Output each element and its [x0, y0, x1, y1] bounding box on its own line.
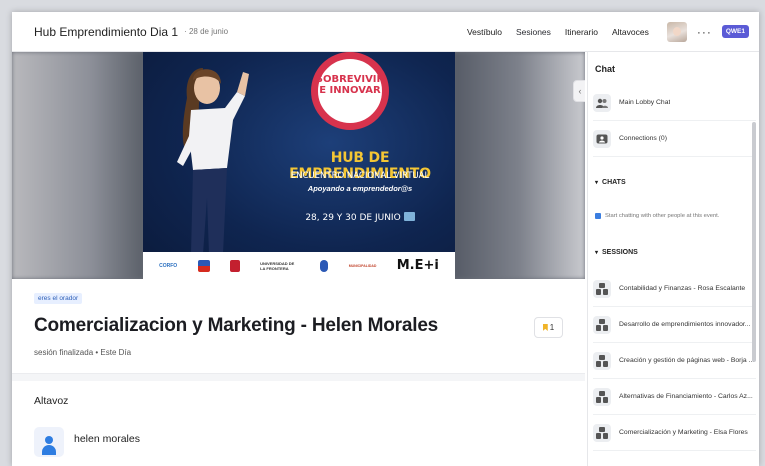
speaker-avatar[interactable] [34, 427, 64, 457]
sidebar-item-label: Connections (0) [619, 135, 667, 142]
top-bar: Hub Emprendimiento Dia 1 · 28 de junio V… [12, 12, 759, 52]
banner-dates: 28, 29 Y 30 DE JUNIO [265, 212, 455, 223]
sidebar-heading: Chat [595, 64, 615, 74]
session-item-label: Comercialización y Marketing - Elsa Flor… [619, 429, 748, 436]
speaker-role-tag: eres el orador [34, 293, 83, 304]
sidebar-item-main-lobby[interactable]: Main Lobby Chat [593, 85, 756, 121]
session-item-label: Contabilidad y Finanzas - Rosa Escalante [619, 285, 746, 292]
collapse-sidebar-icon[interactable]: ‹ [573, 80, 585, 102]
session-item[interactable]: Comercialización y Marketing - Elsa Flor… [593, 415, 756, 451]
nav-vestibulo[interactable]: Vestíbulo [467, 27, 502, 37]
session-item-label: Desarrollo de emprendimientos innovador.… [619, 321, 751, 328]
session-group-icon [593, 423, 611, 442]
session-group-icon [593, 315, 611, 334]
banner-circle-text: SOBREVIVIR E INNOVAR [315, 74, 385, 96]
main-content: SOBREVIVIR E INNOVAR HUB DE EMPRENDIMIEN… [12, 52, 585, 466]
calendar-icon [403, 212, 415, 221]
banner-blur-left [12, 52, 144, 279]
chats-section-label: CHATS [602, 179, 626, 186]
session-banner-area: SOBREVIVIR E INNOVAR HUB DE EMPRENDIMIEN… [12, 52, 585, 279]
banner-subheadline: ENCUENTRO NACIONAL VIRTUAL [290, 171, 430, 181]
speaker-name[interactable]: helen morales [74, 433, 140, 445]
sessions-section-label: SESSIONS [602, 249, 638, 256]
session-title: Comercializacion y Marketing - Helen Mor… [34, 315, 439, 336]
nav-itinerario[interactable]: Itinerario [565, 27, 598, 37]
sponsor-logos: CORFO UNIVERSIDAD DE LA FRONTERA MUNICIP… [143, 252, 455, 279]
caret-down-icon: ▾ [595, 250, 599, 256]
sessions-section-toggle[interactable]: ▾ SESSIONS [595, 249, 638, 256]
brand-badge[interactable]: QWE1 [721, 25, 749, 38]
banner-tagline: Apoyando a emprendedor@s [307, 184, 413, 193]
nav-sesiones[interactable]: Sesiones [516, 27, 551, 37]
session-item-label: Alternativas de Financiamiento - Carlos … [619, 393, 753, 400]
section-divider [12, 373, 585, 381]
logo-corfo: CORFO [159, 262, 178, 269]
logo-municipalidad: MUNICIPALIDAD [348, 263, 377, 268]
banner-dates-text: 28, 29 Y 30 DE JUNIO [305, 213, 401, 223]
session-banner-image: SOBREVIVIR E INNOVAR HUB DE EMPRENDIMIEN… [143, 52, 455, 279]
logo-flag [197, 259, 210, 272]
logo-municipal [320, 259, 329, 272]
chats-empty-text: Start chatting with other people at this… [605, 213, 720, 219]
session-item[interactable]: Contabilidad y Finanzas - Rosa Escalante [593, 271, 756, 307]
sidebar-item-connections[interactable]: Connections (0) [593, 121, 756, 157]
person-icon-head [45, 436, 53, 444]
app-window: Hub Emprendimiento Dia 1 · 28 de junio V… [12, 12, 759, 466]
session-group-icon [593, 351, 611, 370]
caret-down-icon: ▾ [595, 180, 599, 186]
event-title: Hub Emprendimiento Dia 1 [34, 24, 179, 39]
session-item-label: Creación y gestión de páginas web - Borj… [619, 357, 755, 364]
nav-altavoces[interactable]: Altavoces [612, 27, 649, 37]
person-icon-body [42, 445, 56, 455]
main-nav: Vestíbulo Sesiones Itinerario Altavoces … [453, 21, 749, 42]
user-avatar[interactable] [666, 21, 687, 42]
bookmark-button[interactable]: 1 [534, 317, 563, 338]
bookmark-icon [542, 324, 548, 331]
session-group-icon [593, 279, 611, 298]
bookmark-count: 1 [549, 323, 555, 332]
session-status: sesión finalizada • Este Día [34, 348, 132, 357]
event-date: · 28 de junio [184, 27, 229, 36]
session-item[interactable]: Alternativas de Financiamiento - Carlos … [593, 379, 756, 415]
session-item[interactable]: Desarrollo de emprendimientos innovador.… [593, 307, 756, 343]
chats-section-toggle[interactable]: ▾ CHATS [595, 179, 626, 186]
logo-talca [229, 259, 240, 272]
logo-ufro: UNIVERSIDAD DE LA FRONTERA [260, 260, 295, 271]
sidebar-item-label: Main Lobby Chat [619, 99, 671, 106]
more-menu-icon[interactable]: ··· [697, 25, 712, 39]
chats-empty-note: Start chatting with other people at this… [595, 213, 719, 219]
session-item[interactable]: Creación y gestión de páginas web - Borj… [593, 343, 756, 379]
chat-bubble-icon [595, 213, 601, 219]
woman-illustration [177, 68, 249, 254]
session-info: eres el orador Comercializacion y Market… [12, 279, 585, 466]
sidebar-scrollbar[interactable] [752, 122, 756, 362]
speakers-heading: Altavoz [34, 395, 69, 407]
session-group-icon [593, 387, 611, 406]
banner-blur-right [453, 52, 585, 279]
chat-sidebar: Chat Main Lobby Chat Connections (0) ▾ CH… [587, 52, 759, 466]
logo-mei: M.E+i [396, 258, 439, 273]
group-icon [593, 93, 611, 112]
connections-icon [593, 129, 611, 148]
